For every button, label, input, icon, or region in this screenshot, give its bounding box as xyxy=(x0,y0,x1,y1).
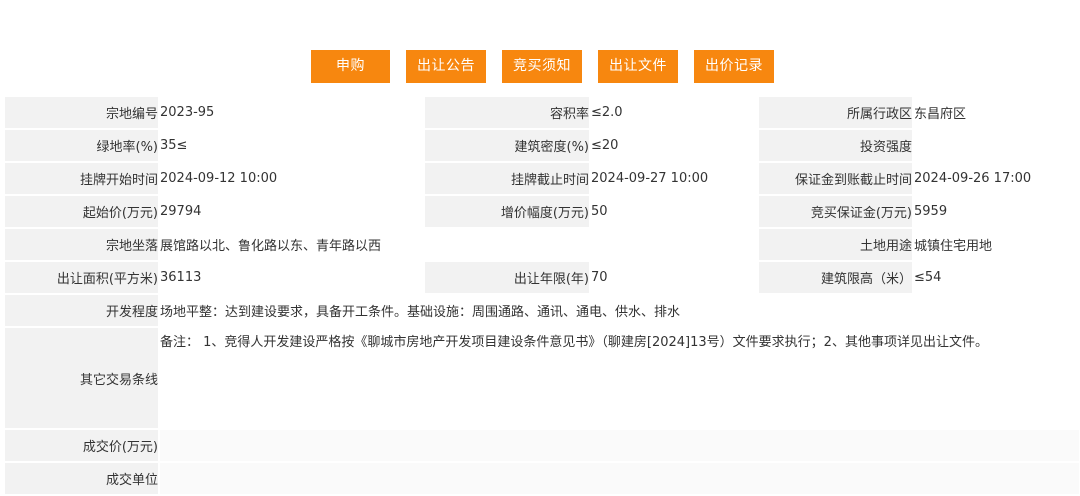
action-toolbar: 申购 出让公告 竞买须知 出让文件 出价记录 xyxy=(0,50,1080,83)
height-limit-label: 建筑限高（米） xyxy=(758,261,914,295)
parcel-number-value: 2023-95 xyxy=(159,97,425,130)
green-rate-label: 绿地率(%) xyxy=(5,129,160,163)
transfer-documents-button[interactable]: 出让文件 xyxy=(598,50,678,83)
parcel-number-label: 宗地编号 xyxy=(5,97,160,130)
transfer-term-label: 出让年限(年) xyxy=(424,261,591,295)
other-conditions-value: 备注： 1、竞得人开发建设严格按《聊城市房地产开发项目建设条件意见书》（聊建房[… xyxy=(159,327,1080,430)
listing-end-label: 挂牌截止时间 xyxy=(424,162,591,196)
bid-record-button[interactable]: 出价记录 xyxy=(694,50,774,83)
table-row: 成交价(万元) xyxy=(5,429,1080,463)
listing-start-label: 挂牌开始时间 xyxy=(5,162,160,196)
starting-price-label: 起始价(万元) xyxy=(5,195,160,229)
deposit-deadline-value: 2024-09-26 17:00 xyxy=(913,162,1080,196)
table-row: 宗地编号 2023-95 容积率 ≤2.0 所属行政区 东昌府区 xyxy=(5,97,1080,130)
starting-price-value: 29794 xyxy=(159,195,425,229)
deposit-deadline-label: 保证金到账截止时间 xyxy=(758,162,914,196)
price-increment-value: 50 xyxy=(590,195,759,229)
deal-price-value xyxy=(159,429,1080,463)
land-use-value: 城镇住宅用地 xyxy=(913,228,1080,262)
listing-start-value: 2024-09-12 10:00 xyxy=(159,162,425,196)
bid-deposit-label: 竞买保证金(万元) xyxy=(758,195,914,229)
height-limit-value: ≤54 xyxy=(913,261,1080,295)
investment-intensity-value xyxy=(913,129,1080,163)
announcement-button[interactable]: 出让公告 xyxy=(406,50,486,83)
winning-bidder-label: 成交单位 xyxy=(5,462,160,496)
table-row: 出让面积(平方米) 36113 出让年限(年) 70 建筑限高（米） ≤54 xyxy=(5,261,1080,295)
listing-end-value: 2024-09-27 10:00 xyxy=(590,162,759,196)
land-use-label: 土地用途 xyxy=(758,228,914,262)
winning-bidder-value xyxy=(159,462,1080,496)
bid-deposit-value: 5959 xyxy=(913,195,1080,229)
table-row: 其它交易条线 备注： 1、竞得人开发建设严格按《聊城市房地产开发项目建设条件意见… xyxy=(5,327,1080,430)
apply-button[interactable]: 申购 xyxy=(311,50,390,83)
district-value: 东昌府区 xyxy=(913,97,1080,130)
parcel-location-value: 展馆路以北、鲁化路以东、青年路以西 xyxy=(159,228,759,262)
price-increment-label: 增价幅度(万元) xyxy=(424,195,591,229)
transfer-term-value: 70 xyxy=(590,261,759,295)
table-row: 开发程度 场地平整：达到建设要求，具备开工条件。基础设施：周围通路、通讯、通电、… xyxy=(5,294,1080,328)
parcel-info-table: 宗地编号 2023-95 容积率 ≤2.0 所属行政区 东昌府区 绿地率(%) … xyxy=(5,97,1080,496)
transfer-area-value: 36113 xyxy=(159,261,425,295)
plot-ratio-value: ≤2.0 xyxy=(590,97,759,130)
table-row: 绿地率(%) 35≤ 建筑密度(%) ≤20 投资强度 xyxy=(5,129,1080,163)
green-rate-value: 35≤ xyxy=(159,129,425,163)
building-density-label: 建筑密度(%) xyxy=(424,129,591,163)
building-density-value: ≤20 xyxy=(590,129,759,163)
table-row: 起始价(万元) 29794 增价幅度(万元) 50 竞买保证金(万元) 5959 xyxy=(5,195,1080,229)
table-row: 宗地坐落 展馆路以北、鲁化路以东、青年路以西 土地用途 城镇住宅用地 xyxy=(5,228,1080,262)
table-row: 成交单位 xyxy=(5,462,1080,496)
investment-intensity-label: 投资强度 xyxy=(758,129,914,163)
bidding-notice-button[interactable]: 竞买须知 xyxy=(502,50,582,83)
development-level-label: 开发程度 xyxy=(5,294,160,328)
development-level-value: 场地平整：达到建设要求，具备开工条件。基础设施：周围通路、通讯、通电、供水、排水 xyxy=(159,294,1080,328)
plot-ratio-label: 容积率 xyxy=(424,97,591,130)
district-label: 所属行政区 xyxy=(758,97,914,130)
parcel-location-label: 宗地坐落 xyxy=(5,228,160,262)
table-row: 挂牌开始时间 2024-09-12 10:00 挂牌截止时间 2024-09-2… xyxy=(5,162,1080,196)
other-conditions-label: 其它交易条线 xyxy=(5,327,160,430)
transfer-area-label: 出让面积(平方米) xyxy=(5,261,160,295)
deal-price-label: 成交价(万元) xyxy=(5,429,160,463)
